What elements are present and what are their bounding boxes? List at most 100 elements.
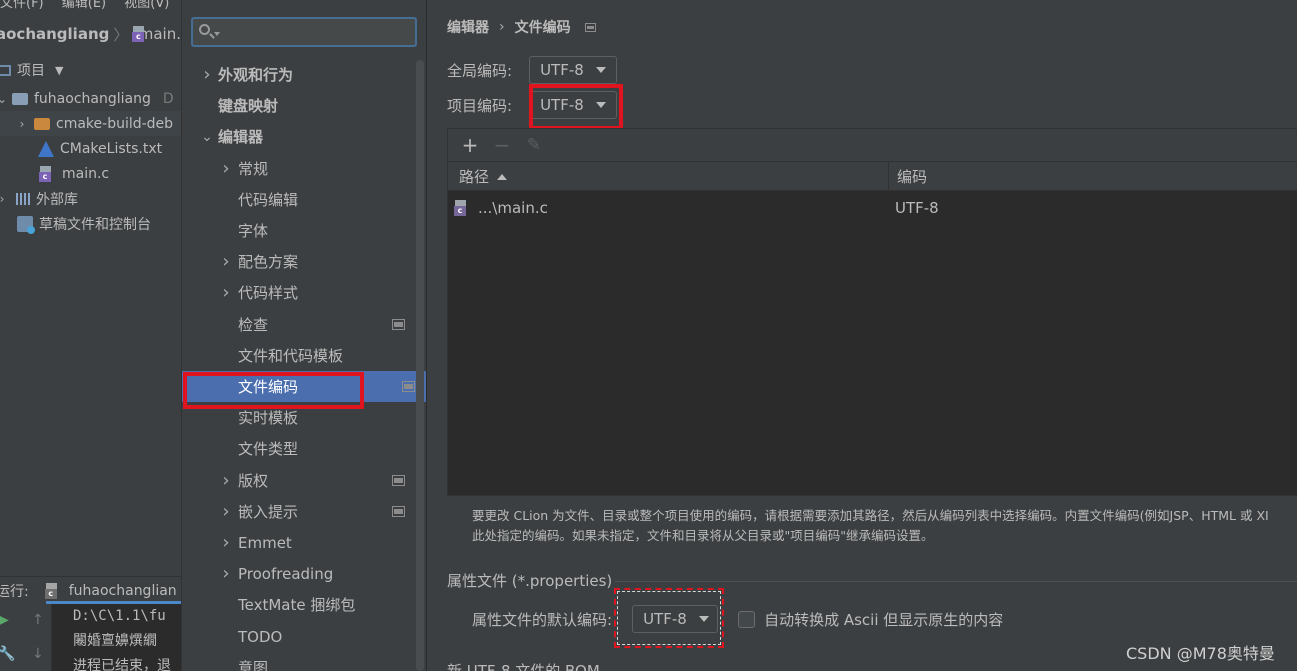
tree-item-project-root[interactable]: ⌄ fuhaochangliang D (0, 86, 181, 111)
run-tab[interactable]: fuhaochanglian (69, 583, 177, 599)
wrench-icon[interactable]: 🔧 (0, 646, 15, 662)
chevron-right-icon[interactable]: › (220, 158, 232, 179)
library-icon (16, 192, 31, 205)
table-row[interactable]: ...\main.c UTF-8 (448, 192, 1297, 224)
chevron-right-icon[interactable]: › (220, 470, 232, 491)
breadcrumb-file[interactable]: main. (139, 25, 181, 43)
table-toolbar: + − ✎ (448, 129, 1297, 161)
run-toolbar: ▶ ↑ 🔧 ↓ (0, 604, 52, 671)
menu-view[interactable]: 视图(V) (124, 0, 169, 11)
properties-encoding-value: UTF-8 (643, 610, 687, 628)
global-encoding-select[interactable]: UTF-8 (529, 56, 617, 84)
watermark: CSDN @M78奥特曼 (1126, 644, 1275, 663)
chevron-right-icon[interactable]: › (220, 532, 232, 553)
settings-nav-item[interactable]: 检查 (182, 309, 417, 340)
chevron-down-icon (698, 616, 709, 622)
chevron-down-icon[interactable]: ▼ (55, 64, 63, 77)
settings-nav-item-label: 文件编码 (238, 378, 299, 396)
properties-encoding-label: 属性文件的默认编码: (472, 610, 613, 629)
menu-edit[interactable]: 编辑(E) (62, 0, 106, 11)
settings-nav-item[interactable]: 实时模板 (182, 402, 417, 433)
chevron-right-icon[interactable]: › (0, 192, 8, 206)
settings-search-input[interactable] (191, 17, 417, 47)
run-icon[interactable]: ▶ (0, 612, 9, 628)
column-header-path[interactable]: 路径 (459, 162, 508, 191)
settings-nav-item-label: TODO (238, 627, 283, 646)
chevron-right-icon[interactable]: › (220, 251, 232, 272)
sort-ascending-icon (497, 173, 508, 180)
settings-nav-item[interactable]: 代码编辑 (182, 184, 417, 215)
native-to-ascii-label[interactable]: 自动转换成 Ascii 但显示原生的内容 (764, 609, 1003, 630)
search-options-dropdown-icon[interactable] (214, 32, 220, 36)
settings-nav-item-label: Proofreading (238, 564, 334, 583)
tree-item-main-c[interactable]: main.c (0, 161, 181, 186)
settings-nav-item[interactable]: TODO (182, 621, 417, 652)
settings-nav-item[interactable]: 键盘映射 (182, 90, 417, 121)
native-to-ascii-checkbox[interactable] (738, 610, 756, 628)
file-encoding-settings-page: 编辑器 › 文件编码 全局编码: UTF-8 项目编码: UTF-8 + − ✎… (427, 0, 1297, 671)
properties-encoding-row: 属性文件的默认编码: UTF-8 自动转换成 Ascii 但显示原生的内容 (472, 605, 1003, 633)
column-divider[interactable] (888, 162, 889, 191)
run-label: 运行: (0, 583, 29, 600)
settings-nav-item[interactable]: 文件编码 (182, 371, 426, 402)
add-icon[interactable]: + (460, 133, 480, 157)
settings-nav-item-label: 实时模板 (238, 409, 299, 427)
settings-nav-item[interactable]: › 常规 (182, 153, 417, 184)
project-scope-icon (392, 506, 405, 517)
project-panel-header[interactable]: 项目 ▼ (0, 58, 181, 82)
arrow-down-icon[interactable]: ↓ (32, 646, 44, 662)
tree-item-cmake-build[interactable]: › cmake-build-deb (0, 111, 181, 136)
properties-encoding-select[interactable]: UTF-8 (632, 605, 719, 633)
column-header-encoding[interactable]: 编码 (897, 162, 927, 191)
chevron-down-icon[interactable]: ⌄ (201, 129, 213, 145)
console-line: 闂婚亶嬶熼繝 (73, 633, 157, 649)
chevron-right-icon[interactable]: › (220, 563, 232, 584)
settings-nav-item[interactable]: 字体 (182, 215, 417, 246)
tree-item-label: main.c (62, 165, 110, 182)
project-encoding-label: 项目编码: (447, 96, 513, 115)
table-header: 路径 编码 (448, 161, 1297, 191)
console-line: 进程已结束，退 (73, 658, 171, 671)
tree-item-path-hint: D (162, 90, 174, 107)
chevron-right-icon[interactable]: › (220, 501, 232, 522)
chevron-right-icon[interactable]: › (201, 64, 213, 85)
properties-section-title: 属性文件 (*.properties) (447, 572, 613, 590)
settings-nav-item[interactable]: › 配色方案 (182, 246, 417, 277)
path-encoding-table-panel: + − ✎ 路径 编码 ...\main.c UTF-8 (447, 128, 1297, 496)
tree-item-cmakelists[interactable]: CMakeLists.txt (0, 136, 181, 161)
edit-icon[interactable]: ✎ (524, 135, 544, 155)
settings-nav-item[interactable]: › Proofreading (182, 558, 417, 589)
project-encoding-select[interactable]: UTF-8 (529, 91, 617, 119)
encoding-cell[interactable]: UTF-8 (895, 192, 939, 224)
project-panel-title: 项目 (17, 63, 45, 79)
settings-nav-item[interactable]: › 代码样式 (182, 277, 417, 308)
breadcrumb-arrow: › (499, 19, 505, 35)
settings-nav-item-label: 代码编辑 (238, 191, 299, 209)
settings-nav-item[interactable]: › 外观和行为 (182, 59, 417, 90)
settings-nav-item[interactable]: 文件和代码模板 (182, 340, 417, 371)
settings-nav-item[interactable]: › Emmet (182, 527, 417, 558)
settings-tree-scrollbar[interactable] (416, 60, 424, 671)
settings-nav-item[interactable]: TextMate 捆绑包 (182, 589, 417, 620)
settings-nav-item[interactable]: › 版权 (182, 465, 417, 496)
project-encoding-row: 项目编码: UTF-8 (447, 91, 617, 119)
settings-nav-item-label: 常规 (238, 160, 269, 178)
tree-item-external-libraries[interactable]: › 外部库 (0, 186, 181, 211)
arrow-up-icon[interactable]: ↑ (32, 612, 44, 628)
settings-nav-item[interactable]: › 嵌入提示 (182, 496, 417, 527)
run-tool-window-header: 运行: fuhaochanglian (0, 576, 181, 604)
breadcrumb-project[interactable]: aochangliang (0, 25, 109, 43)
chevron-right-icon[interactable]: › (220, 282, 232, 303)
remove-icon[interactable]: − (492, 133, 512, 157)
help-text: 要更改 CLion 为文件、目录或整个项目使用的编码，请根据需要添加其路径，然后… (472, 506, 1297, 546)
settings-nav-item[interactable]: ⌄ 编辑器 (182, 121, 417, 152)
settings-nav-item[interactable]: 意图 (182, 652, 417, 671)
column-header-label: 编码 (897, 168, 928, 186)
menu-file[interactable]: 文件(F) (0, 0, 44, 11)
settings-nav-item[interactable]: 文件类型 (182, 433, 417, 464)
tree-item-scratches[interactable]: 草稿文件和控制台 (0, 211, 181, 236)
breadcrumb-editor[interactable]: 编辑器 (447, 17, 489, 37)
column-header-label: 路径 (459, 168, 490, 186)
chevron-right-icon[interactable]: › (16, 117, 28, 131)
chevron-down-icon[interactable]: ⌄ (0, 92, 8, 106)
